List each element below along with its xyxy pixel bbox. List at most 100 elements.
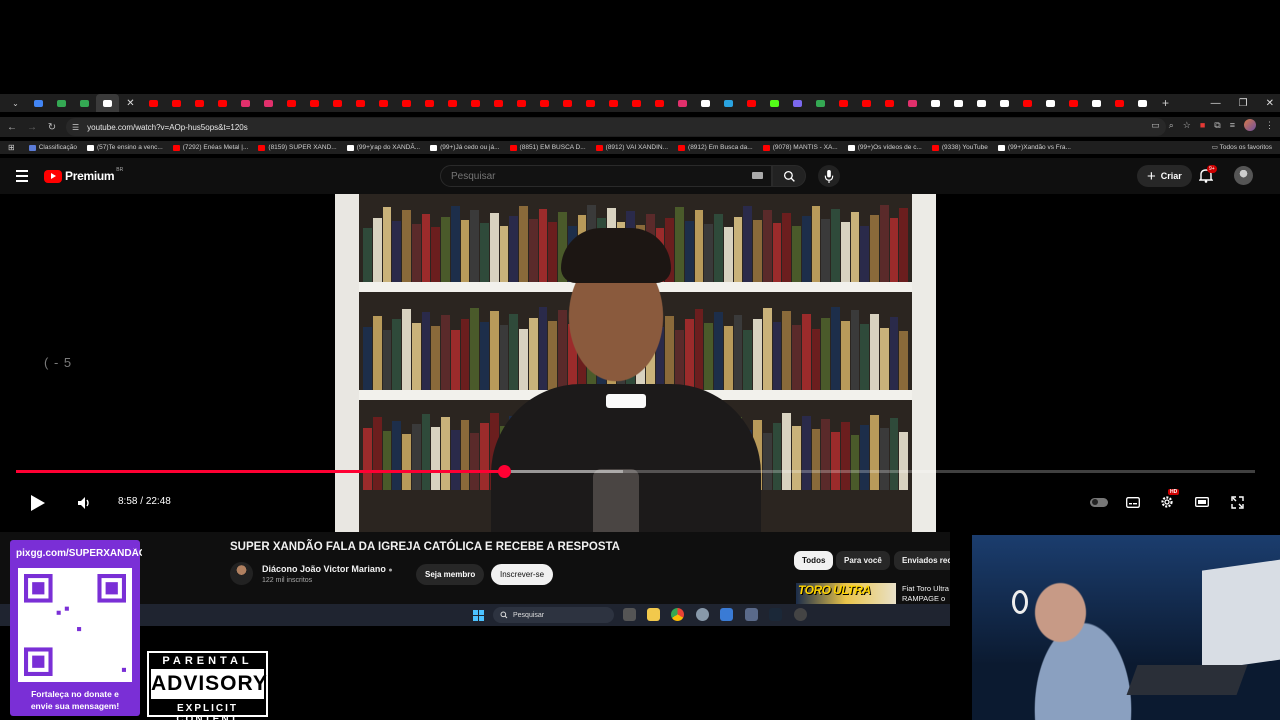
browser-tab[interactable] [855, 94, 878, 112]
browser-tab[interactable] [27, 94, 50, 112]
browser-tab[interactable] [510, 94, 533, 112]
browser-tab[interactable] [832, 94, 855, 112]
browser-tab[interactable] [73, 94, 96, 112]
browser-tab[interactable] [809, 94, 832, 112]
maximize-icon[interactable]: ❐ [1239, 98, 1248, 109]
star-icon[interactable]: ☆ [1183, 120, 1191, 131]
bookmark-item[interactable]: (99+)Os vídeos de c... [847, 144, 922, 151]
browser-tab[interactable] [188, 94, 211, 112]
chrome-icon[interactable] [671, 608, 684, 621]
browser-tab[interactable] [50, 94, 73, 112]
back-icon[interactable]: ← [2, 122, 22, 133]
subscribe-button[interactable]: Inscrever-se [491, 564, 554, 585]
search-button[interactable] [772, 165, 806, 187]
browser-tab[interactable] [1131, 94, 1154, 112]
browser-tab[interactable] [533, 94, 556, 112]
url-field[interactable]: ☰ youtube.com/watch?v=AOp-hus5ops&t=120s [66, 118, 1166, 136]
settings-app-icon[interactable] [696, 608, 709, 621]
notifications-button[interactable]: 9+ [1198, 165, 1217, 188]
join-button[interactable]: Seja membro [416, 564, 485, 585]
cast-icon[interactable]: ▭ [1151, 120, 1160, 131]
subtitles-button[interactable] [1125, 494, 1141, 510]
reading-list-icon[interactable]: ≡ [1230, 120, 1235, 130]
bookmark-item[interactable]: (57)Te ensino a venc... [87, 144, 163, 151]
browser-tab[interactable] [1108, 94, 1131, 112]
menu-icon[interactable]: ⋮ [1265, 120, 1274, 131]
browser-tab[interactable] [671, 94, 694, 112]
browser-tab[interactable] [96, 94, 119, 112]
browser-tab[interactable] [211, 94, 234, 112]
browser-tab[interactable] [786, 94, 809, 112]
progress-bar[interactable] [16, 465, 1255, 478]
photos-app-icon[interactable] [720, 608, 733, 621]
app-icon[interactable] [745, 608, 758, 621]
minimize-icon[interactable]: — [1211, 98, 1221, 109]
apps-icon[interactable]: ⊞ [8, 143, 15, 152]
browser-tab[interactable] [579, 94, 602, 112]
browser-tab[interactable] [418, 94, 441, 112]
bookmark-item[interactable]: (8912) VAI XANDIN... [595, 144, 668, 151]
zoom-icon[interactable]: ⌕ [1169, 120, 1174, 131]
all-bookmarks-folder[interactable]: ▭ Todos os favoritos [1212, 143, 1272, 151]
browser-tab[interactable] [625, 94, 648, 112]
browser-tab[interactable] [257, 94, 280, 112]
browser-tab[interactable] [901, 94, 924, 112]
bookmark-item[interactable]: (99+)Já cedo ou já... [430, 144, 500, 151]
profile-avatar[interactable] [1244, 119, 1256, 131]
recommended-title[interactable]: Fiat Toro Ultra RAMPAGE o [902, 584, 950, 604]
browser-tab[interactable] [556, 94, 579, 112]
browser-tab[interactable] [1062, 94, 1085, 112]
browser-tab[interactable] [441, 94, 464, 112]
browser-tab[interactable] [694, 94, 717, 112]
chip-recently-uploaded[interactable]: Enviados rec [894, 551, 950, 570]
browser-tab[interactable] [970, 94, 993, 112]
browser-tab[interactable] [142, 94, 165, 112]
file-explorer-icon[interactable] [647, 608, 660, 621]
close-icon[interactable]: ✕ [1266, 98, 1274, 109]
fullscreen-button[interactable] [1229, 494, 1245, 510]
tab-close-icon[interactable]: ✕ [119, 94, 142, 112]
forward-icon[interactable]: → [22, 122, 42, 133]
guide-menu-icon[interactable] [16, 170, 28, 185]
site-info-icon[interactable]: ☰ [72, 123, 79, 132]
autoplay-toggle[interactable] [1089, 494, 1109, 510]
video-player[interactable]: ( - 5 8:58 / 22:48 HD [0, 194, 1280, 532]
tab-search-button[interactable]: ⌄ [4, 94, 27, 112]
browser-tab[interactable] [280, 94, 303, 112]
browser-tab[interactable] [1016, 94, 1039, 112]
extension-red-icon[interactable]: ■ [1200, 120, 1205, 130]
browser-tab[interactable] [878, 94, 901, 112]
browser-tab[interactable] [464, 94, 487, 112]
taskbar-search[interactable]: Pesquisar [493, 607, 614, 623]
browser-tab[interactable] [349, 94, 372, 112]
bookmark-item[interactable]: (8912) Em Busca da... [678, 144, 753, 151]
windows-start-icon[interactable] [473, 610, 484, 621]
play-icon[interactable] [31, 495, 45, 511]
volume-icon[interactable] [77, 496, 92, 515]
chip-for-you[interactable]: Para você [836, 551, 890, 570]
browser-tab[interactable] [993, 94, 1016, 112]
steam-icon[interactable] [769, 608, 782, 621]
channel-name[interactable]: Diácono João Victor Mariano ● [262, 564, 393, 574]
recommended-thumbnail[interactable]: TORO ULTRA [796, 583, 896, 604]
video-frame[interactable] [335, 194, 936, 532]
bookmark-item[interactable]: (99+)rap do XANDÃ... [346, 144, 420, 151]
app-icon[interactable] [794, 608, 807, 621]
browser-tab[interactable] [395, 94, 418, 112]
browser-tab[interactable] [947, 94, 970, 112]
task-view-icon[interactable] [623, 608, 636, 621]
settings-button[interactable]: HD [1159, 489, 1180, 510]
browser-tab[interactable] [648, 94, 671, 112]
browser-tab[interactable] [1085, 94, 1108, 112]
browser-tab[interactable] [924, 94, 947, 112]
browser-tab[interactable] [165, 94, 188, 112]
keyboard-icon[interactable] [752, 172, 763, 179]
browser-tab[interactable] [372, 94, 395, 112]
browser-tab[interactable] [487, 94, 510, 112]
voice-search-button[interactable] [818, 165, 840, 187]
browser-tab[interactable] [234, 94, 257, 112]
bookmark-item[interactable]: (9078) MANTIS - XA... [762, 144, 838, 151]
account-avatar[interactable] [1234, 166, 1253, 185]
bookmark-item[interactable]: (8851) EM BUSCA D... [509, 144, 586, 151]
browser-tab[interactable] [740, 94, 763, 112]
